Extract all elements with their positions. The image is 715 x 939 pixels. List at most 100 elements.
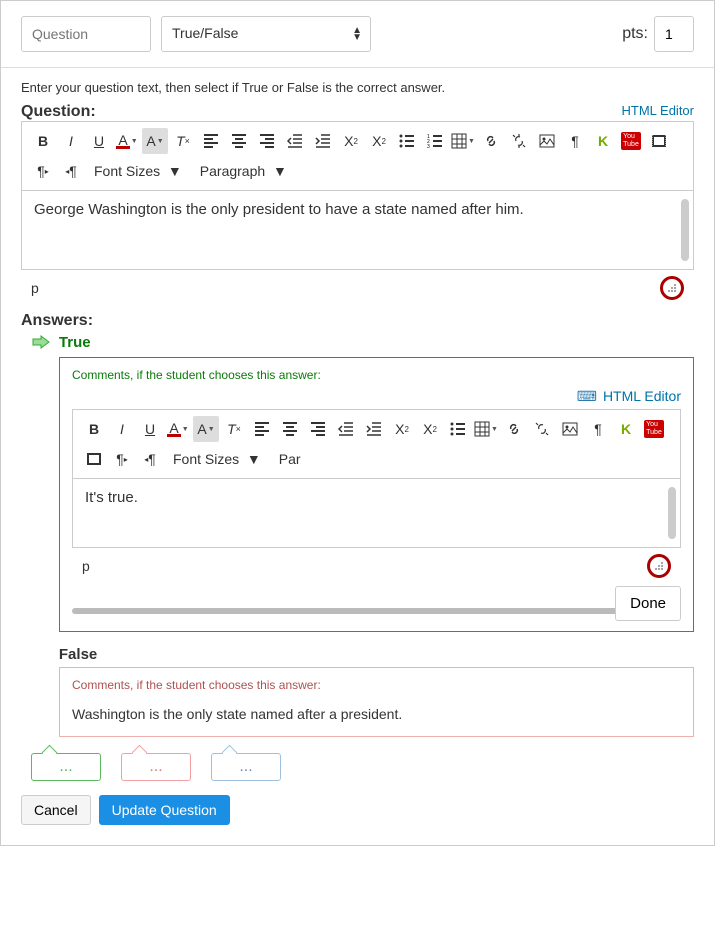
true-comment-box: Comments, if the student chooses this an… xyxy=(59,357,694,632)
element-path: p xyxy=(31,280,39,296)
indent-icon[interactable] xyxy=(310,128,336,154)
false-comment-box[interactable]: Comments, if the student chooses this an… xyxy=(59,667,694,737)
rtl-icon[interactable]: ◂¶ xyxy=(137,446,163,472)
table-icon[interactable]: ▼ xyxy=(473,416,499,442)
subscript-icon[interactable]: X2 xyxy=(366,128,392,154)
resize-handle[interactable] xyxy=(647,554,671,578)
true-comment-textarea[interactable]: It's true. xyxy=(72,478,681,548)
html-editor-link[interactable]: HTML Editor xyxy=(622,103,694,118)
clear-format-icon[interactable]: T× xyxy=(170,128,196,154)
false-comment-label: Comments, if the student chooses this an… xyxy=(72,678,681,692)
scrollbar[interactable] xyxy=(681,199,689,261)
kaltura-icon[interactable]: K xyxy=(590,128,616,154)
general-comment-bubble[interactable]: ... xyxy=(211,753,281,781)
incorrect-comment-bubble[interactable]: ... xyxy=(121,753,191,781)
question-label: Question: xyxy=(21,103,96,120)
outdent-icon[interactable] xyxy=(333,416,359,442)
ltr-icon[interactable]: ¶▸ xyxy=(109,446,135,472)
bg-color-icon[interactable]: A▼ xyxy=(142,128,168,154)
answer-true-title: True xyxy=(59,334,91,351)
align-right-icon[interactable] xyxy=(305,416,331,442)
pts-label: pts: xyxy=(622,25,648,43)
true-comment-toolbar: B I U A▼ A▼ T× X2 X2 ▼ ¶ K YouT xyxy=(72,409,681,478)
bg-color-icon[interactable]: A▼ xyxy=(193,416,219,442)
italic-icon[interactable]: I xyxy=(109,416,135,442)
true-comment-content: It's true. xyxy=(85,489,138,506)
outdent-icon[interactable] xyxy=(282,128,308,154)
image-icon[interactable] xyxy=(557,416,583,442)
underline-icon[interactable]: U xyxy=(86,128,112,154)
header-row: True/False ▲▼ pts: xyxy=(21,16,694,52)
youtube-icon[interactable]: YouTube xyxy=(641,416,667,442)
align-right-icon[interactable] xyxy=(254,128,280,154)
pilcrow-icon[interactable]: ¶ xyxy=(585,416,611,442)
select-arrows-icon: ▲▼ xyxy=(352,27,362,41)
answers-label: Answers: xyxy=(21,312,694,330)
bullet-list-icon[interactable] xyxy=(445,416,471,442)
kaltura-icon[interactable]: K xyxy=(613,416,639,442)
inner-html-editor-link[interactable]: ⌨HTML Editor xyxy=(577,388,681,405)
unlink-icon[interactable] xyxy=(506,128,532,154)
true-comment-status-bar: p xyxy=(72,548,681,578)
divider xyxy=(1,67,714,68)
table-icon[interactable]: ▼ xyxy=(450,128,476,154)
bold-icon[interactable]: B xyxy=(30,128,56,154)
rtl-icon[interactable]: ◂¶ xyxy=(58,158,84,184)
element-path: p xyxy=(82,558,90,574)
align-left-icon[interactable] xyxy=(249,416,275,442)
align-center-icon[interactable] xyxy=(226,128,252,154)
circle-highlight-icon xyxy=(660,276,684,300)
question-name-input[interactable] xyxy=(21,16,151,52)
align-center-icon[interactable] xyxy=(277,416,303,442)
horizontal-scrollbar[interactable] xyxy=(72,608,621,614)
text-color-icon[interactable]: A▼ xyxy=(165,416,191,442)
subscript-icon[interactable]: X2 xyxy=(417,416,443,442)
circle-highlight-icon xyxy=(647,554,671,578)
answer-false-title: False xyxy=(59,646,97,663)
clear-format-icon[interactable]: T× xyxy=(221,416,247,442)
bold-icon[interactable]: B xyxy=(81,416,107,442)
answer-false: False Comments, if the student chooses t… xyxy=(31,646,694,737)
done-button[interactable]: Done xyxy=(615,586,681,621)
underline-icon[interactable]: U xyxy=(137,416,163,442)
font-sizes-dropdown[interactable]: Font Sizes ▼ xyxy=(165,451,269,467)
question-type-value: True/False xyxy=(172,25,238,41)
link-icon[interactable] xyxy=(501,416,527,442)
media-icon[interactable] xyxy=(81,446,107,472)
media-icon[interactable] xyxy=(646,128,672,154)
image-icon[interactable] xyxy=(534,128,560,154)
answer-true: True Comments, if the student chooses th… xyxy=(31,334,694,632)
text-color-icon[interactable]: A▼ xyxy=(114,128,140,154)
superscript-icon[interactable]: X2 xyxy=(338,128,364,154)
svg-text:3: 3 xyxy=(427,144,430,149)
paragraph-dropdown[interactable]: Par xyxy=(271,451,309,467)
update-question-button[interactable]: Update Question xyxy=(99,795,230,825)
align-left-icon[interactable] xyxy=(198,128,224,154)
font-sizes-dropdown[interactable]: Font Sizes ▼ xyxy=(86,163,190,179)
paragraph-dropdown[interactable]: Paragraph ▼ xyxy=(192,163,295,179)
cancel-button[interactable]: Cancel xyxy=(21,795,91,825)
correct-comment-bubble[interactable]: ... xyxy=(31,753,101,781)
comment-bubbles: ... ... ... xyxy=(31,753,694,781)
question-toolbar: B I U A▼ A▼ T× X2 X2 123 ▼ ¶ K YouTube ¶… xyxy=(21,121,694,190)
scrollbar[interactable] xyxy=(668,487,676,539)
italic-icon[interactable]: I xyxy=(58,128,84,154)
resize-handle[interactable] xyxy=(660,276,684,300)
pilcrow-icon[interactable]: ¶ xyxy=(562,128,588,154)
unlink-icon[interactable] xyxy=(529,416,555,442)
points-group: pts: xyxy=(622,16,694,52)
correct-arrow-icon xyxy=(31,334,51,353)
instruction-text: Enter your question text, then select if… xyxy=(21,80,694,95)
number-list-icon[interactable]: 123 xyxy=(422,128,448,154)
question-status-bar: p xyxy=(21,270,694,300)
keyboard-icon: ⌨ xyxy=(577,388,597,404)
pts-input[interactable] xyxy=(654,16,694,52)
link-icon[interactable] xyxy=(478,128,504,154)
youtube-icon[interactable]: YouTube xyxy=(618,128,644,154)
ltr-icon[interactable]: ¶▸ xyxy=(30,158,56,184)
bullet-list-icon[interactable] xyxy=(394,128,420,154)
question-textarea[interactable]: George Washington is the only president … xyxy=(21,190,694,270)
superscript-icon[interactable]: X2 xyxy=(389,416,415,442)
question-type-select[interactable]: True/False ▲▼ xyxy=(161,16,371,52)
indent-icon[interactable] xyxy=(361,416,387,442)
